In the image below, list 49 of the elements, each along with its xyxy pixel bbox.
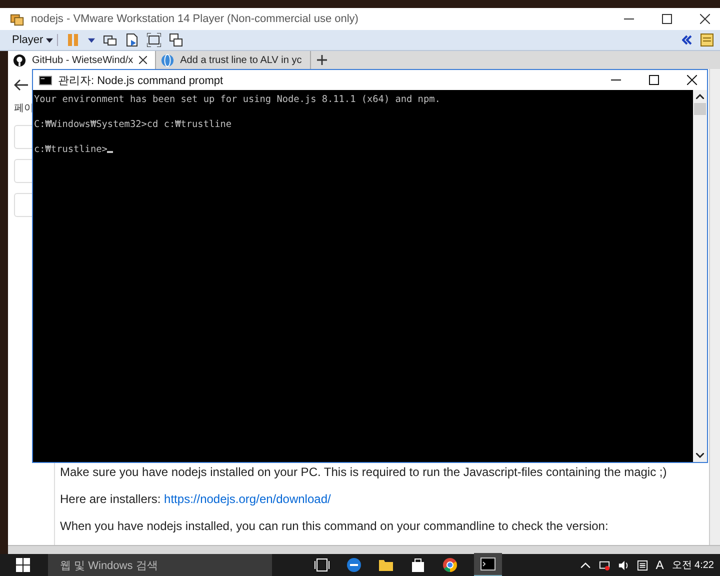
scroll-up-icon[interactable] bbox=[696, 94, 704, 99]
fullscreen-icon[interactable] bbox=[147, 33, 162, 47]
terminal-icon bbox=[480, 556, 496, 572]
chrome-icon[interactable] bbox=[442, 557, 458, 573]
notes-icon[interactable] bbox=[700, 33, 714, 47]
maximize-icon[interactable] bbox=[649, 75, 659, 85]
paragraph: Make sure you have nodejs installed on your PC. This is required to run the Javascript-files containing the magic ;) bbox=[60, 465, 668, 480]
task-view-icon[interactable] bbox=[314, 557, 330, 573]
scrollbar[interactable] bbox=[8, 545, 720, 554]
new-tab-icon[interactable] bbox=[316, 55, 327, 65]
clock[interactable]: 오전 4:22 bbox=[672, 558, 714, 572]
caret-icon[interactable] bbox=[88, 38, 96, 42]
paragraph: When you have nodejs installed, you can run this command on your commandline to check the version: bbox=[60, 519, 610, 534]
player-menu-button[interactable]: Player bbox=[12, 34, 58, 46]
close-icon[interactable] bbox=[139, 56, 148, 64]
scrollbar-thumb[interactable] bbox=[694, 103, 706, 115]
window-title: nodejs - VMware Workstation 14 Player (Non-commercial use only) bbox=[31, 13, 358, 25]
shopping-bag-icon[interactable] bbox=[410, 557, 426, 573]
terminal-icon bbox=[39, 74, 52, 86]
paragraph: Here are installers: https://nodejs.org/en/download/ bbox=[60, 492, 332, 507]
document-icon[interactable] bbox=[125, 33, 140, 47]
browser-tab[interactable]: GitHub - WietseWind/x bbox=[8, 51, 156, 69]
taskbar-button[interactable] bbox=[474, 553, 502, 576]
console-line: C:₩Windows₩System32>cd c:₩trustline bbox=[34, 118, 232, 130]
download-link[interactable]: https://nodejs.org/en/download/ bbox=[164, 492, 331, 506]
close-icon[interactable] bbox=[687, 75, 697, 85]
scrollbar[interactable] bbox=[709, 69, 720, 545]
notification-icon[interactable] bbox=[636, 560, 648, 570]
volume-icon[interactable] bbox=[618, 560, 629, 570]
console-line: c:₩trustline> bbox=[34, 144, 108, 154]
console-line: Your environment has been set up for using Node.js 8.11.1 (x64) and npm. bbox=[34, 94, 440, 104]
text-cursor bbox=[107, 150, 114, 152]
back-arrow-icon[interactable] bbox=[14, 79, 28, 91]
double-chevron-icon[interactable] bbox=[682, 35, 692, 45]
input-method-indicator[interactable]: A bbox=[656, 558, 664, 572]
network-icon[interactable] bbox=[598, 560, 610, 570]
window-title: 관리자: Node.js command prompt bbox=[58, 74, 224, 88]
folder-icon[interactable] bbox=[378, 557, 394, 573]
windows-logo-icon[interactable] bbox=[16, 558, 30, 572]
scroll-down-icon[interactable] bbox=[696, 453, 704, 458]
caret-icon bbox=[46, 38, 54, 42]
maximize-icon[interactable] bbox=[662, 14, 672, 24]
devices-icon[interactable] bbox=[103, 33, 118, 47]
globe-icon bbox=[161, 54, 174, 66]
unity-icon[interactable] bbox=[169, 33, 184, 47]
close-icon[interactable] bbox=[700, 14, 710, 24]
vmware-logo-icon bbox=[10, 12, 25, 26]
scrollbar[interactable] bbox=[693, 90, 707, 462]
search-field[interactable]: 웹 및 Windows 검색 bbox=[48, 554, 272, 576]
